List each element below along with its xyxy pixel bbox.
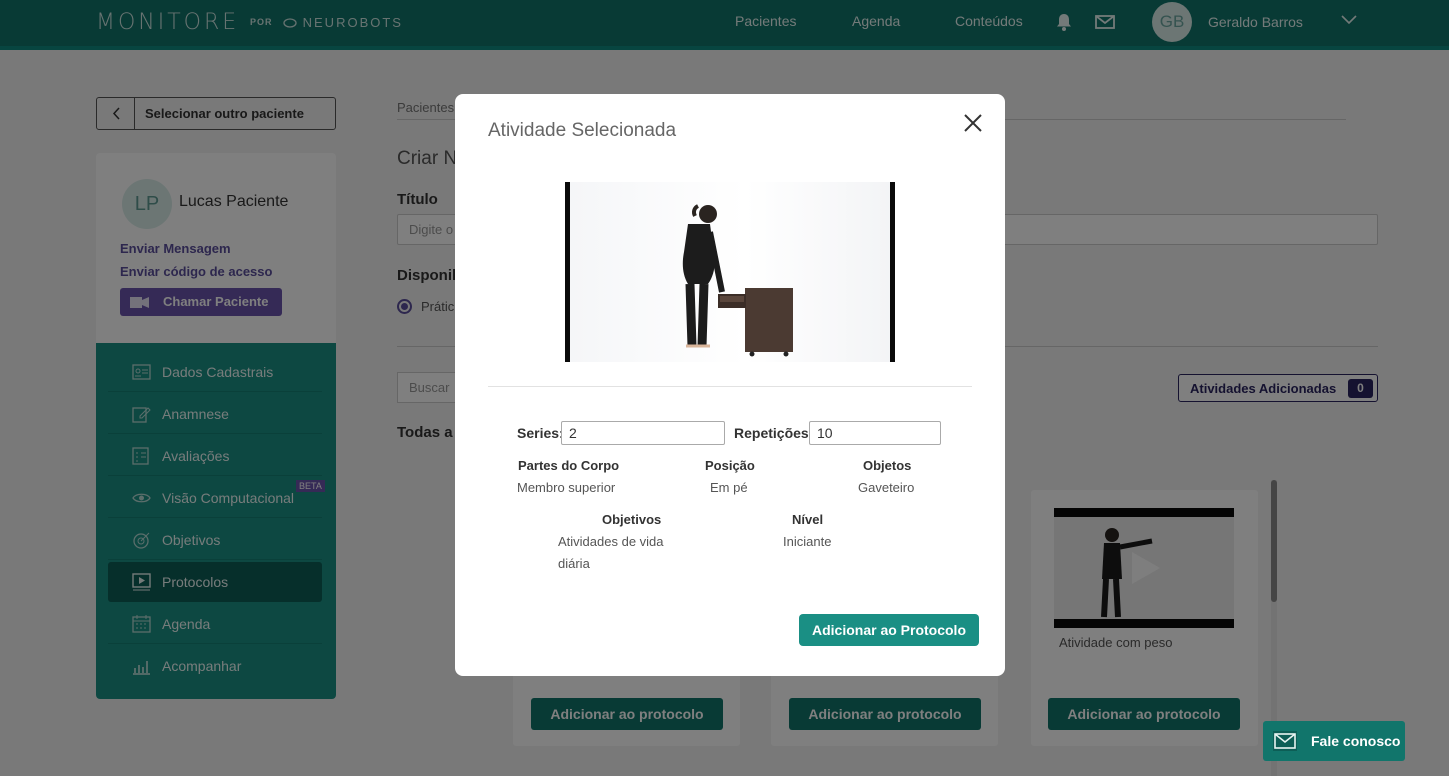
objects-label: Objetos xyxy=(863,458,912,473)
position-value: Em pé xyxy=(710,480,748,495)
position-label: Posição xyxy=(705,458,755,473)
add-to-protocol-modal-button[interactable]: Adicionar ao Protocolo xyxy=(799,614,979,646)
body-parts-label: Partes do Corpo xyxy=(518,458,620,473)
goals-value-line1: Atividades de vida xyxy=(558,534,664,549)
activity-modal: Atividade Selecionada Series: 2 Repetiçõ… xyxy=(455,94,1005,676)
series-input[interactable]: 2 xyxy=(561,421,725,445)
body-parts-value: Membro superior xyxy=(517,480,616,495)
goals-value-line2: diária xyxy=(558,556,590,571)
repetitions-input[interactable]: 10 xyxy=(809,421,941,445)
close-icon[interactable] xyxy=(961,111,985,135)
goals-label: Objetivos xyxy=(602,512,662,527)
objects-value: Gaveteiro xyxy=(858,480,915,495)
contact-us-button[interactable]: Fale conosco xyxy=(1263,721,1405,761)
repetitions-label: Repetições: xyxy=(734,425,814,441)
series-label: Series: xyxy=(517,425,564,441)
contact-us-label: Fale conosco xyxy=(1311,733,1401,749)
level-value: Iniciante xyxy=(783,534,832,549)
level-label: Nível xyxy=(792,512,824,527)
modal-title: Atividade Selecionada xyxy=(488,120,677,141)
modal-divider xyxy=(488,386,972,387)
video-frame xyxy=(570,182,890,362)
mail-icon xyxy=(1273,731,1297,751)
activity-video[interactable] xyxy=(565,182,895,362)
person-drawer-illustration xyxy=(682,204,793,357)
